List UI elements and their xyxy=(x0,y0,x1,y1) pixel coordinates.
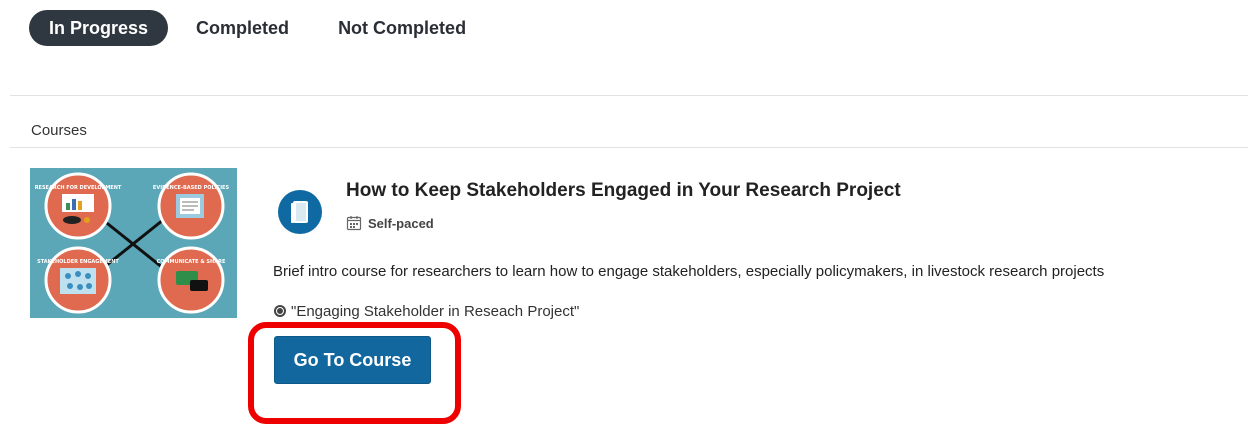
course-description: Brief intro course for researchers to le… xyxy=(273,263,1105,280)
course-badge: "Engaging Stakeholder in Reseach Project… xyxy=(273,301,579,321)
status-tabs: In Progress Completed Not Completed xyxy=(29,10,466,46)
divider xyxy=(10,95,1248,96)
tab-completed[interactable]: Completed xyxy=(196,18,289,39)
thumb-label-1: RESEARCH FOR DEVELOPMENT xyxy=(35,185,122,191)
course-title[interactable]: How to Keep Stakeholders Engaged in Your… xyxy=(346,180,901,202)
badge-label: "Engaging Stakeholder in Reseach Project… xyxy=(291,302,580,320)
course-pace: Self-paced xyxy=(346,213,434,233)
thumb-label-3: STAKEHOLDER ENGAGEMENT xyxy=(37,259,119,265)
pace-label: Self-paced xyxy=(368,215,434,231)
tab-in-progress[interactable]: In Progress xyxy=(29,10,169,46)
book-icon xyxy=(278,190,322,234)
calendar-icon xyxy=(346,216,362,231)
section-label-courses: Courses xyxy=(31,122,87,139)
badge-icon xyxy=(274,305,286,317)
tab-not-completed[interactable]: Not Completed xyxy=(338,18,466,39)
thumb-label-4: COMMUNICATE & SHARE xyxy=(157,259,226,265)
thumb-label-2: EVIDENCE-BASED POLICIES xyxy=(153,185,230,191)
divider xyxy=(10,147,1248,148)
go-to-course-button[interactable]: Go To Course xyxy=(274,336,431,384)
course-thumbnail[interactable]: RESEARCH FOR DEVELOPMENT EVIDENCE-BASED … xyxy=(30,168,237,318)
